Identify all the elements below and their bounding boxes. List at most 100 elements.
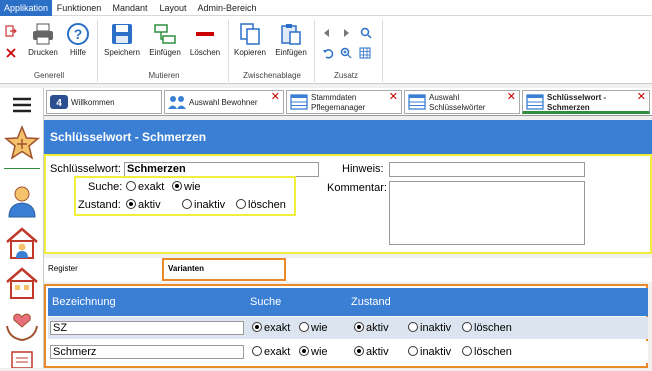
paste-button[interactable]: Einfügen — [272, 22, 310, 57]
insert-icon — [153, 22, 177, 46]
hamburger-menu-icon[interactable] — [4, 92, 40, 118]
tab-label: Varianten — [168, 264, 205, 273]
radio-checked-icon — [172, 181, 182, 191]
state-label: Zustand: — [78, 199, 121, 211]
row-search-option-wie[interactable]: wie — [299, 322, 328, 334]
radio-checked-icon — [252, 322, 262, 332]
search-label: Suche: — [88, 181, 123, 193]
hint-label: Hinweis: — [342, 163, 384, 175]
arrow-left-icon[interactable] — [322, 28, 332, 38]
variant-name-input[interactable]: Schmerz — [50, 345, 244, 359]
row-search-option-exakt[interactable]: exakt — [252, 322, 290, 334]
row-search-option-wie[interactable]: wie — [299, 346, 328, 358]
table-header: Bezeichnung Suche Zustand — [48, 288, 648, 316]
table-row[interactable]: SZ exakt wie aktiv inaktiv löschen — [48, 317, 648, 339]
close-icon[interactable]: ✕ — [389, 92, 398, 103]
undo-icon[interactable] — [322, 47, 334, 59]
column-header-suche: Suche — [250, 296, 282, 308]
delete-button[interactable]: Löschen — [186, 22, 224, 57]
paste-label: Einfügen — [275, 48, 307, 57]
print-button[interactable]: Drucken — [26, 22, 60, 57]
tab-varianten[interactable]: Varianten — [162, 258, 286, 281]
exit-icon[interactable] — [5, 25, 17, 37]
radio-icon — [236, 199, 246, 209]
radio-checked-icon — [299, 346, 309, 356]
home-person-icon[interactable] — [4, 226, 40, 260]
menu-tab-funktionen[interactable]: Funktionen — [54, 0, 104, 16]
menu-tab-layout[interactable]: Layout — [154, 0, 192, 16]
state-option-aktiv[interactable]: aktiv — [126, 199, 161, 211]
close-icon[interactable]: ✕ — [637, 92, 646, 103]
detail-tabs: Register Varianten — [44, 258, 652, 282]
variants-table: Bezeichnung Suche Zustand SZ exakt wie a… — [44, 284, 648, 368]
zoom-in-icon[interactable] — [340, 47, 352, 59]
tab-label: Schlüsselwort - Schmerzen — [547, 93, 607, 112]
house-icon[interactable] — [4, 266, 40, 300]
care-hands-icon[interactable] — [4, 308, 40, 342]
resident-person-icon[interactable] — [4, 184, 40, 218]
close-icon[interactable]: ✕ — [507, 92, 516, 103]
help-button[interactable]: ? Hilfe — [64, 22, 92, 57]
print-label: Drucken — [28, 48, 58, 57]
app-logo-icon: 4 — [50, 94, 68, 110]
search-option-wie[interactable]: wie — [172, 181, 201, 193]
save-icon — [110, 22, 134, 46]
page-title: Schlüsselwort - Schmerzen — [44, 120, 652, 154]
arrow-right-icon[interactable] — [341, 28, 351, 38]
column-header-bezeichnung: Bezeichnung — [52, 296, 116, 308]
variant-name-input[interactable]: SZ — [50, 321, 244, 335]
document-icon[interactable] — [4, 350, 40, 369]
row-state-option-loeschen[interactable]: löschen — [462, 346, 512, 358]
row-state-option-aktiv[interactable]: aktiv — [354, 346, 389, 358]
radio-icon — [408, 322, 418, 332]
minus-icon — [193, 22, 217, 46]
radio-icon — [299, 322, 309, 332]
insert-button[interactable]: Einfügen — [146, 22, 184, 57]
search-icon[interactable] — [360, 27, 372, 39]
row-search-option-exakt[interactable]: exakt — [252, 346, 290, 358]
table-row[interactable]: Schmerz exakt wie aktiv inaktiv löschen — [48, 341, 648, 363]
ribbon-divider — [382, 20, 383, 82]
copy-icon — [238, 22, 262, 46]
search-option-exakt[interactable]: exakt — [126, 181, 164, 193]
tab-willkommen[interactable]: 4 Willkommen — [46, 90, 162, 114]
comment-label: Kommentar: — [327, 182, 387, 194]
radio-checked-icon — [354, 322, 364, 332]
ribbon-divider — [314, 20, 315, 82]
row-state-option-aktiv[interactable]: aktiv — [354, 322, 389, 334]
menu-tab-applikation[interactable]: Applikation — [0, 0, 52, 16]
paste-icon — [279, 22, 303, 46]
radio-icon — [462, 322, 472, 332]
tab-label: Willkommen — [71, 98, 115, 107]
tab-register[interactable]: Register — [48, 264, 78, 273]
radio-checked-icon — [354, 346, 364, 356]
close-icon[interactable]: ✕ — [271, 92, 280, 103]
row-state-option-inaktiv[interactable]: inaktiv — [408, 322, 451, 334]
keyword-input[interactable]: Schmerzen — [124, 162, 319, 177]
state-option-loeschen[interactable]: löschen — [236, 199, 286, 211]
state-option-inaktiv[interactable]: inaktiv — [182, 199, 225, 211]
radio-checked-icon — [126, 199, 136, 209]
copy-button[interactable]: Kopieren — [232, 22, 268, 57]
tab-schluesselwort-schmerzen[interactable]: Schlüsselwort - Schmerzen ✕ — [522, 90, 650, 114]
table-grid-icon[interactable] — [359, 47, 371, 59]
search-state-group: Suche: exakt wie Zustand: aktiv inaktiv … — [74, 176, 296, 216]
radio-icon — [252, 346, 262, 356]
tab-label: Auswahl Bewohner — [189, 98, 258, 107]
menu-tab-mandant[interactable]: Mandant — [108, 0, 152, 16]
group-label-general: Generell — [33, 71, 65, 80]
row-state-option-inaktiv[interactable]: inaktiv — [408, 346, 451, 358]
tab-auswahl-bewohner[interactable]: Auswahl Bewohner ✕ — [164, 90, 284, 114]
comment-textarea[interactable] — [389, 181, 585, 245]
menu-tab-admin-bereich[interactable]: Admin-Bereich — [196, 0, 258, 16]
radio-icon — [462, 346, 472, 356]
save-button[interactable]: Speichern — [102, 22, 142, 57]
close-icon[interactable] — [6, 48, 16, 58]
hint-input[interactable] — [389, 162, 585, 177]
tab-stammdaten-pflegemanager[interactable]: Stammdaten Pflegemanager ✕ — [286, 90, 402, 114]
row-state-option-loeschen[interactable]: löschen — [462, 322, 512, 334]
printer-icon — [31, 22, 55, 46]
group-label-clipboard: Zwischenablage — [243, 71, 301, 80]
tab-auswahl-schluesselwoerter[interactable]: Auswahl Schlüsselwörter ✕ — [404, 90, 520, 114]
favorites-star-icon[interactable] — [4, 124, 40, 164]
